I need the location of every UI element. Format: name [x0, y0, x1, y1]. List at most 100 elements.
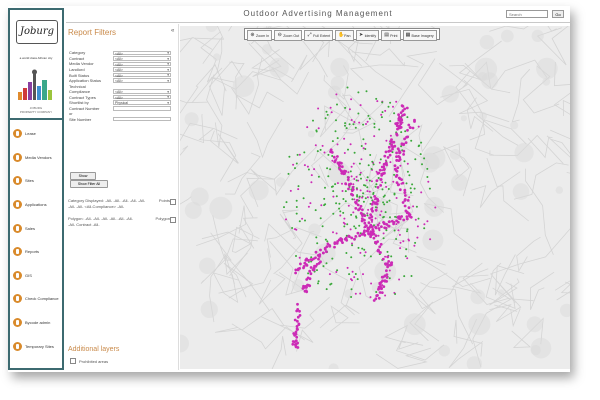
lease-icon — [13, 129, 22, 139]
nav-item-label: Lease — [25, 131, 36, 137]
filter-select[interactable]: <All> — [113, 78, 171, 83]
logo-tagline: a world class African city — [19, 56, 53, 60]
filter-panel: Report Filters « Category <All> Contract <A… — [66, 24, 179, 370]
app-title: Outdoor Advertising Management — [243, 9, 393, 18]
nav-item-label: Sites — [25, 178, 34, 184]
filter-select[interactable]: <All> — [113, 61, 171, 67]
site-number-input[interactable] — [113, 116, 171, 122]
map-toolbar: ⊕ Zoom In ⊖ Zoom Out ⤢ Full Extent ✋ Pan ➤ Identi… — [244, 28, 440, 41]
nav-item-label: Temporary Sites — [25, 343, 54, 349]
nav-item-check-compliance[interactable]: Check Compliance — [10, 287, 62, 311]
filter-select[interactable]: <All> — [113, 67, 171, 72]
show-button[interactable]: Show — [70, 172, 96, 180]
logo-area: Joburg a world class African city JOBURG… — [10, 10, 62, 120]
base-imagery-icon: ▦ — [405, 32, 411, 38]
nav-item-applications[interactable]: Applications — [10, 193, 62, 217]
toolbar-base-imagery-button[interactable]: ▦ Base Imagery — [402, 30, 437, 41]
admin-icon — [13, 318, 22, 328]
nav-item-sites[interactable]: Sites — [10, 169, 62, 193]
toolbar-full-extent-button[interactable]: ⤢ Full Extent — [304, 30, 334, 41]
filter-label: Compliance — [69, 89, 91, 95]
filter-label: Application Status — [69, 78, 102, 84]
filter-select[interactable]: <All> — [113, 94, 171, 100]
filter-select[interactable]: <All> — [113, 56, 171, 61]
points-toggle-label: Points — [158, 198, 170, 203]
filter-label: Contract Types — [69, 94, 96, 100]
layer-checkbox[interactable] — [70, 358, 76, 364]
contract-number-input[interactable] — [113, 106, 171, 111]
zoom-out-icon: ⊖ — [277, 32, 282, 38]
filter-panel-title: Report Filters — [68, 28, 117, 37]
filter-form: Category <All> Contract <All> Media Vendor <A… — [69, 50, 175, 122]
app-window: Joburg a world class African city JOBURG… — [8, 6, 570, 372]
filter-label: Built Status — [69, 72, 90, 78]
summary-line: Category Displayed: -All- -All- -All- -A… — [68, 198, 146, 203]
zoom-in-icon: ⊕ — [250, 32, 255, 38]
filter-label: Category — [69, 50, 86, 56]
nav-item-label: Reports — [25, 249, 40, 255]
nav-item-label: Media Vendors — [25, 154, 52, 160]
points-checkbox[interactable] — [170, 199, 176, 205]
nav-item-label: Bycode admin — [25, 320, 51, 326]
joburg-logo: Joburg — [16, 20, 58, 44]
nav-item-media-vendors[interactable]: Media Vendors — [10, 146, 62, 170]
skyline-logo-icon — [18, 69, 52, 100]
pan-icon: ✋ — [338, 32, 345, 38]
filter-label: Contract — [69, 55, 85, 61]
temp-sites-icon — [13, 341, 22, 351]
summary-line: -All- Contract -All- — [68, 222, 100, 227]
map-canvas[interactable]: ⊕ Zoom In ⊖ Zoom Out ⤢ Full Extent ✋ Pan ➤ Identi… — [180, 26, 570, 369]
nav-item-sales[interactable]: Sales — [10, 216, 62, 240]
summary-line: -All- -All- <All-Compliance> -All- — [68, 204, 125, 209]
filter-label: Media Vendor — [69, 61, 94, 67]
filter-label: Shortlist by — [69, 100, 89, 106]
summary-line: Polygon: -All- -All- -All- -All- -All- -… — [68, 216, 133, 221]
nav-item-gis[interactable]: GIS — [10, 264, 62, 288]
toolbar-button-label: Print — [390, 33, 398, 38]
print-icon: ▤ — [384, 32, 390, 38]
nav-item-label: GIS — [25, 272, 32, 278]
prohibited-areas-layer[interactable]: Prohibited areas — [70, 358, 108, 364]
additional-layers-title: Additional layers — [68, 346, 120, 353]
toolbar-button-label: Pan — [344, 33, 351, 38]
displayed-filters-summary: Category Displayed: -All- -All- -All- -A… — [68, 198, 176, 228]
nav-item-label: Sales — [25, 225, 36, 231]
identify-icon: ➤ — [358, 32, 364, 38]
nav-item-reports[interactable]: Reports — [10, 240, 62, 264]
reports-icon — [13, 247, 22, 257]
gis-icon — [13, 270, 22, 280]
nav-item-label: Applications — [25, 202, 47, 208]
toolbar-button-label: Zoom In — [256, 33, 270, 38]
site-number-label: Site Number — [69, 116, 92, 122]
toolbar-button-label: Base Imagery — [411, 33, 434, 38]
left-nav: Joburg a world class African city JOBURG… — [8, 8, 64, 370]
toolbar-button-label: Zoom Out — [283, 33, 300, 38]
sales-icon — [13, 223, 22, 233]
toolbar-identify-button[interactable]: ➤ Identify — [355, 30, 380, 41]
search-input[interactable] — [506, 10, 548, 18]
nav-item-temporary-sites[interactable]: Temporary Sites — [10, 334, 62, 358]
filter-select[interactable]: Physical — [113, 100, 171, 105]
toolbar-button-label: Full Extent — [313, 33, 331, 38]
toolbar-print-button[interactable]: ▤ Print — [381, 30, 401, 41]
toolbar-pan-button[interactable]: ✋ Pan — [335, 30, 354, 41]
go-button[interactable]: Go — [552, 10, 564, 18]
toolbar-zoom-in-button[interactable]: ⊕ Zoom In — [247, 30, 273, 41]
show-all-button[interactable]: Show Filter All — [70, 180, 108, 188]
nav-list: Lease Media Vendors Sites Applications Sales… — [10, 122, 62, 358]
map-basemap — [180, 26, 570, 369]
applications-icon — [13, 200, 22, 210]
toolbar-button-label: Identify — [364, 33, 377, 38]
toolbar-zoom-out-button[interactable]: ⊖ Zoom Out — [274, 30, 303, 41]
full-extent-icon: ⤢ — [307, 32, 312, 38]
filter-select[interactable]: <All> — [113, 72, 171, 78]
nav-item-label: Check Compliance — [25, 296, 59, 302]
filter-label: Landlord — [69, 67, 85, 73]
filter-select[interactable]: <All> — [113, 50, 171, 56]
filter-select[interactable]: <All> — [113, 89, 171, 94]
title-bar: Outdoor Advertising Management Go — [66, 6, 570, 23]
collapse-panel-button[interactable]: « — [171, 28, 174, 34]
vendors-icon — [13, 152, 22, 162]
nav-item-bycode-admin[interactable]: Bycode admin — [10, 311, 62, 335]
nav-item-lease[interactable]: Lease — [10, 122, 62, 146]
